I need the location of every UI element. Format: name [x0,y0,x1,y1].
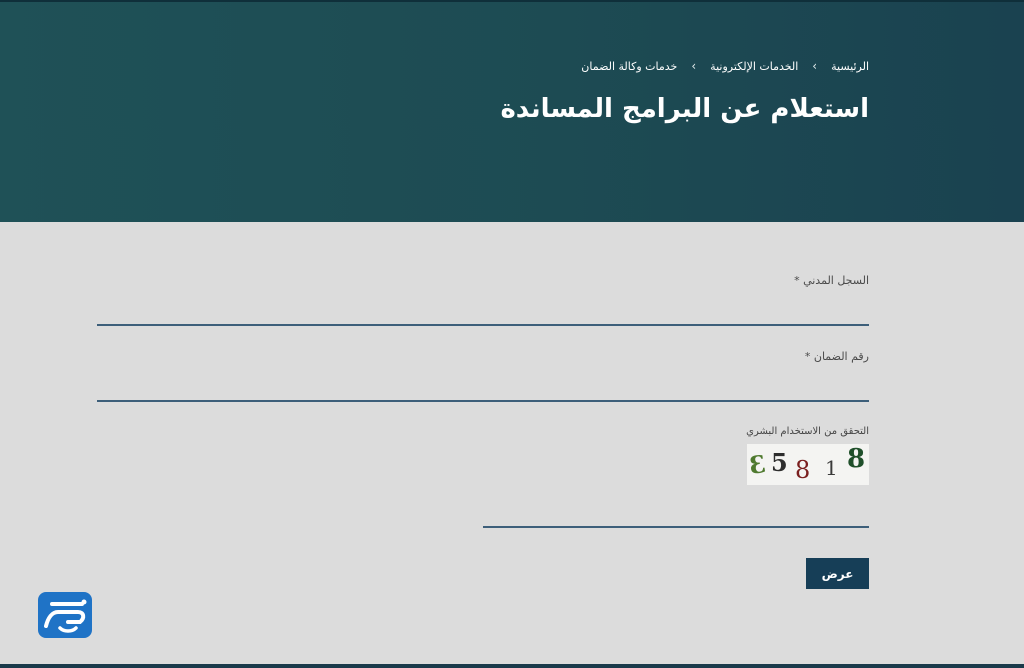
captcha-digit: 8 [847,444,866,474]
submit-button[interactable]: عرض [806,558,869,589]
captcha-image: 3 5 8 1 8 [747,444,869,485]
captcha-label: التحقق من الاستخدام البشري [746,426,869,437]
captcha-input[interactable] [483,502,869,528]
civil-registry-label: السجل المدني * [794,274,869,287]
site-logo-icon [38,592,92,638]
logo-mark [44,599,87,633]
breadcrumb-home-link[interactable]: الرئيسية [831,60,869,73]
captcha-digit: 8 [795,456,811,484]
inquiry-form: السجل المدني * رقم الضمان * التحقق من ال… [0,222,1024,668]
guarantee-number-input[interactable] [97,376,869,402]
civil-registry-input[interactable] [97,300,869,326]
breadcrumb-eservices-link[interactable]: الخدمات الإلكترونية [710,60,798,73]
breadcrumb-current: خدمات وكالة الضمان [581,59,678,73]
page-header: الرئيسية › الخدمات الإلكترونية › خدمات و… [0,0,1024,222]
captcha-digit: 5 [771,448,788,477]
guarantee-number-label: رقم الضمان * [804,350,869,363]
page-title: استعلام عن البرامج المساندة [500,94,869,124]
captcha-digit: 3 [747,448,768,481]
chevron-left-icon: › [691,59,697,73]
captcha-digit: 1 [825,456,838,480]
breadcrumb: الرئيسية › الخدمات الإلكترونية › خدمات و… [581,59,869,73]
footer-divider [0,664,1024,668]
chevron-left-icon: › [812,59,818,73]
